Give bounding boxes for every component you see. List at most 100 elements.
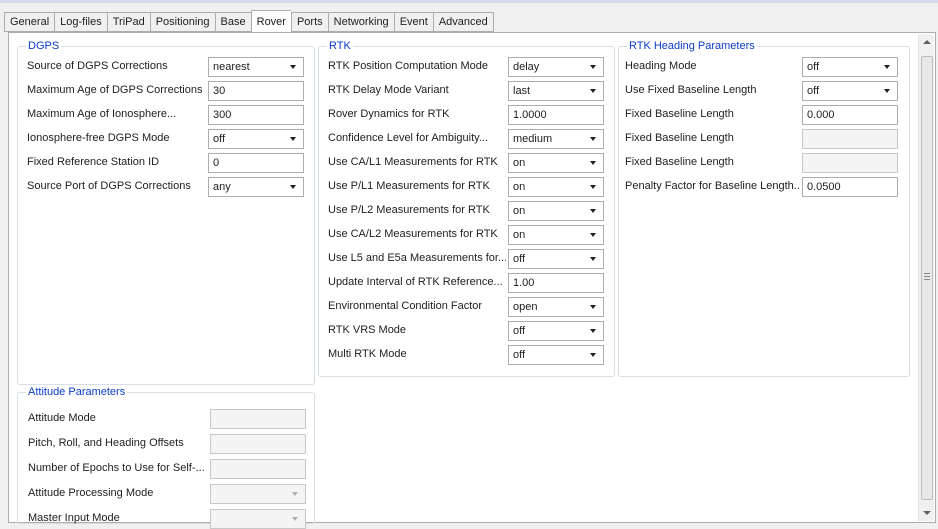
rover-tab-panel: DGPS Source of DGPS Corrections nearest Ma… (8, 32, 936, 529)
rtk-multi-rtk-mode-12-dropdown[interactable]: off (508, 345, 604, 365)
rtk-use-p-l2-measurements-for-rtk-6-dropdown[interactable]: on (508, 201, 604, 221)
rtk-use-p-l2-measurements-for-rtk-6-label: Use P/L2 Measurements for RTK (328, 204, 490, 216)
attitude-attitude-mode-0-label: Attitude Mode (28, 412, 96, 424)
rtk-rover-dynamics-for-rtk-2-input[interactable]: 1.0000 (508, 105, 604, 125)
tab-base[interactable]: Base (214, 12, 251, 32)
heading-fixed-baseline-length-2-row: Fixed Baseline Length 0.000 (619, 105, 909, 125)
rtk-heading-group: RTK Heading Parameters Heading Mode off Us… (618, 40, 910, 377)
tab-rover[interactable]: Rover (250, 10, 291, 32)
rtk-environmental-condition-factor-10-label: Environmental Condition Factor (328, 300, 483, 312)
attitude-pitch-roll-and-heading-offsets-1-label: Pitch, Roll, and Heading Offsets (28, 437, 184, 449)
dgps-source-of-dgps-corrections-0-label: Source of DGPS Corrections (27, 60, 168, 72)
rtk-use-ca-l2-measurements-for-rtk-7-row: Use CA/L2 Measurements for RTK on (319, 225, 614, 245)
dgps-maximum-age-of-ionosphere-2-label: Maximum Age of Ionosphere... (27, 108, 177, 120)
attitude-number-of-epochs-to-use-for-self-2-row: Number of Epochs to Use for Self-... (18, 459, 314, 479)
window-top-border (0, 0, 938, 3)
rtk-use-p-l1-measurements-for-rtk-5-label: Use P/L1 Measurements for RTK (328, 180, 490, 192)
dgps-source-of-dgps-corrections-0-dropdown[interactable]: nearest (208, 57, 304, 77)
heading-fixed-baseline-length-3-input (802, 129, 898, 149)
tab-ports[interactable]: Ports (290, 12, 328, 32)
dgps-maximum-age-of-dgps-corrections-1-input[interactable]: 30 (208, 81, 304, 101)
rtk-update-interval-of-rtk-reference-9-label: Update Interval of RTK Reference... (328, 276, 503, 288)
attitude-master-input-mode-4-label: Master Input Mode (28, 512, 120, 524)
rtk-environmental-condition-factor-10-row: Environmental Condition Factor open (319, 297, 614, 317)
rtk-rtk-delay-mode-variant-1-dropdown[interactable]: last (508, 81, 604, 101)
rtk-multi-rtk-mode-12-row: Multi RTK Mode off (319, 345, 614, 365)
attitude-attitude-processing-mode-3-label: Attitude Processing Mode (28, 487, 154, 499)
attitude-attitude-mode-0-input (210, 409, 306, 429)
dgps-group-title: DGPS (26, 40, 62, 53)
rtk-rtk-vrs-mode-11-label: RTK VRS Mode (328, 324, 407, 336)
rtk-use-l5-and-e5a-measurements-for-8-row: Use L5 and E5a Measurements for... off (319, 249, 614, 269)
dgps-source-port-of-dgps-corrections-5-row: Source Port of DGPS Corrections any (18, 177, 314, 197)
rtk-use-p-l1-measurements-for-rtk-5-row: Use P/L1 Measurements for RTK on (319, 177, 614, 197)
rtk-rtk-position-computation-mode-0-label: RTK Position Computation Mode (328, 60, 488, 72)
rtk-multi-rtk-mode-12-label: Multi RTK Mode (328, 348, 407, 360)
scroll-down-arrow-icon[interactable] (919, 504, 935, 521)
dgps-ionosphere-free-dgps-mode-3-row: Ionosphere-free DGPS Mode off (18, 129, 314, 149)
heading-heading-mode-0-label: Heading Mode (625, 60, 697, 72)
dgps-maximum-age-of-ionosphere-2-input[interactable]: 300 (208, 105, 304, 125)
heading-penalty-factor-for-baseline-length-5-input[interactable]: 0.0500 (802, 177, 898, 197)
vertical-scrollbar[interactable] (918, 34, 934, 521)
heading-fixed-baseline-length-2-input[interactable]: 0.000 (802, 105, 898, 125)
rtk-use-p-l1-measurements-for-rtk-5-dropdown[interactable]: on (508, 177, 604, 197)
heading-use-fixed-baseline-length-1-label: Use Fixed Baseline Length (625, 84, 757, 96)
rtk-rtk-delay-mode-variant-1-row: RTK Delay Mode Variant last (319, 81, 614, 101)
rtk-use-l5-and-e5a-measurements-for-8-dropdown[interactable]: off (508, 249, 604, 269)
rtk-rover-dynamics-for-rtk-2-row: Rover Dynamics for RTK 1.0000 (319, 105, 614, 125)
heading-fixed-baseline-length-3-row: Fixed Baseline Length (619, 129, 909, 149)
rtk-rtk-vrs-mode-11-dropdown[interactable]: off (508, 321, 604, 341)
heading-penalty-factor-for-baseline-length-5-label: Penalty Factor for Baseline Length... (625, 180, 800, 192)
rtk-rtk-delay-mode-variant-1-label: RTK Delay Mode Variant (328, 84, 449, 96)
rtk-use-ca-l2-measurements-for-rtk-7-dropdown[interactable]: on (508, 225, 604, 245)
rtk-use-p-l2-measurements-for-rtk-6-row: Use P/L2 Measurements for RTK on (319, 201, 614, 221)
tab-general[interactable]: General (4, 12, 55, 32)
rtk-group-title: RTK (327, 40, 353, 53)
dgps-fixed-reference-station-id-4-row: Fixed Reference Station ID 0 (18, 153, 314, 173)
heading-use-fixed-baseline-length-1-dropdown[interactable]: off (802, 81, 898, 101)
scrollbar-thumb[interactable] (921, 56, 933, 500)
heading-fixed-baseline-length-2-label: Fixed Baseline Length (625, 108, 734, 120)
rtk-heading-group-title: RTK Heading Parameters (627, 40, 757, 53)
rtk-use-l5-and-e5a-measurements-for-8-label: Use L5 and E5a Measurements for... (328, 252, 506, 264)
heading-heading-mode-0-row: Heading Mode off (619, 57, 909, 77)
rtk-update-interval-of-rtk-reference-9-input[interactable]: 1.00 (508, 273, 604, 293)
attitude-pitch-roll-and-heading-offsets-1-input (210, 434, 306, 454)
heading-fixed-baseline-length-3-label: Fixed Baseline Length (625, 132, 734, 144)
dgps-source-port-of-dgps-corrections-5-dropdown[interactable]: any (208, 177, 304, 197)
tab-event[interactable]: Event (393, 12, 433, 32)
attitude-master-input-mode-4-row: Master Input Mode (18, 509, 314, 529)
attitude-group-title: Attitude Parameters (26, 386, 128, 399)
attitude-group: Attitude Parameters Attitude Mode Pitch, … (17, 386, 315, 529)
attitude-master-input-mode-4-dropdown (210, 509, 306, 529)
rtk-use-ca-l1-measurements-for-rtk-4-dropdown[interactable]: on (508, 153, 604, 173)
dgps-fixed-reference-station-id-4-label: Fixed Reference Station ID (27, 156, 160, 168)
rtk-use-ca-l1-measurements-for-rtk-4-row: Use CA/L1 Measurements for RTK on (319, 153, 614, 173)
tab-advanced[interactable]: Advanced (432, 12, 494, 32)
dgps-group: DGPS Source of DGPS Corrections nearest Ma… (17, 40, 315, 385)
rtk-confidence-level-for-ambiguity-3-label: Confidence Level for Ambiguity... (328, 132, 488, 144)
attitude-attitude-processing-mode-3-dropdown (210, 484, 306, 504)
tab-log-files[interactable]: Log-files (54, 12, 107, 32)
scroll-up-arrow-icon[interactable] (919, 34, 935, 51)
rtk-update-interval-of-rtk-reference-9-row: Update Interval of RTK Reference... 1.00 (319, 273, 614, 293)
rtk-rtk-position-computation-mode-0-row: RTK Position Computation Mode delay (319, 57, 614, 77)
rtk-use-ca-l1-measurements-for-rtk-4-label: Use CA/L1 Measurements for RTK (328, 156, 498, 168)
dgps-maximum-age-of-dgps-corrections-1-label: Maximum Age of DGPS Corrections (27, 84, 203, 96)
rtk-group: RTK RTK Position Computation Mode delay RT… (318, 40, 615, 377)
heading-fixed-baseline-length-4-input (802, 153, 898, 173)
attitude-attitude-mode-0-row: Attitude Mode (18, 409, 314, 429)
tab-tripad[interactable]: TriPad (106, 12, 150, 32)
rtk-confidence-level-for-ambiguity-3-dropdown[interactable]: medium (508, 129, 604, 149)
tab-networking[interactable]: Networking (327, 12, 394, 32)
tab-positioning[interactable]: Positioning (149, 12, 215, 32)
rtk-environmental-condition-factor-10-dropdown[interactable]: open (508, 297, 604, 317)
heading-use-fixed-baseline-length-1-row: Use Fixed Baseline Length off (619, 81, 909, 101)
dgps-ionosphere-free-dgps-mode-3-dropdown[interactable]: off (208, 129, 304, 149)
rtk-confidence-level-for-ambiguity-3-row: Confidence Level for Ambiguity... medium (319, 129, 614, 149)
dgps-source-of-dgps-corrections-0-row: Source of DGPS Corrections nearest (18, 57, 314, 77)
heading-heading-mode-0-dropdown[interactable]: off (802, 57, 898, 77)
rtk-rtk-position-computation-mode-0-dropdown[interactable]: delay (508, 57, 604, 77)
dgps-fixed-reference-station-id-4-input[interactable]: 0 (208, 153, 304, 173)
